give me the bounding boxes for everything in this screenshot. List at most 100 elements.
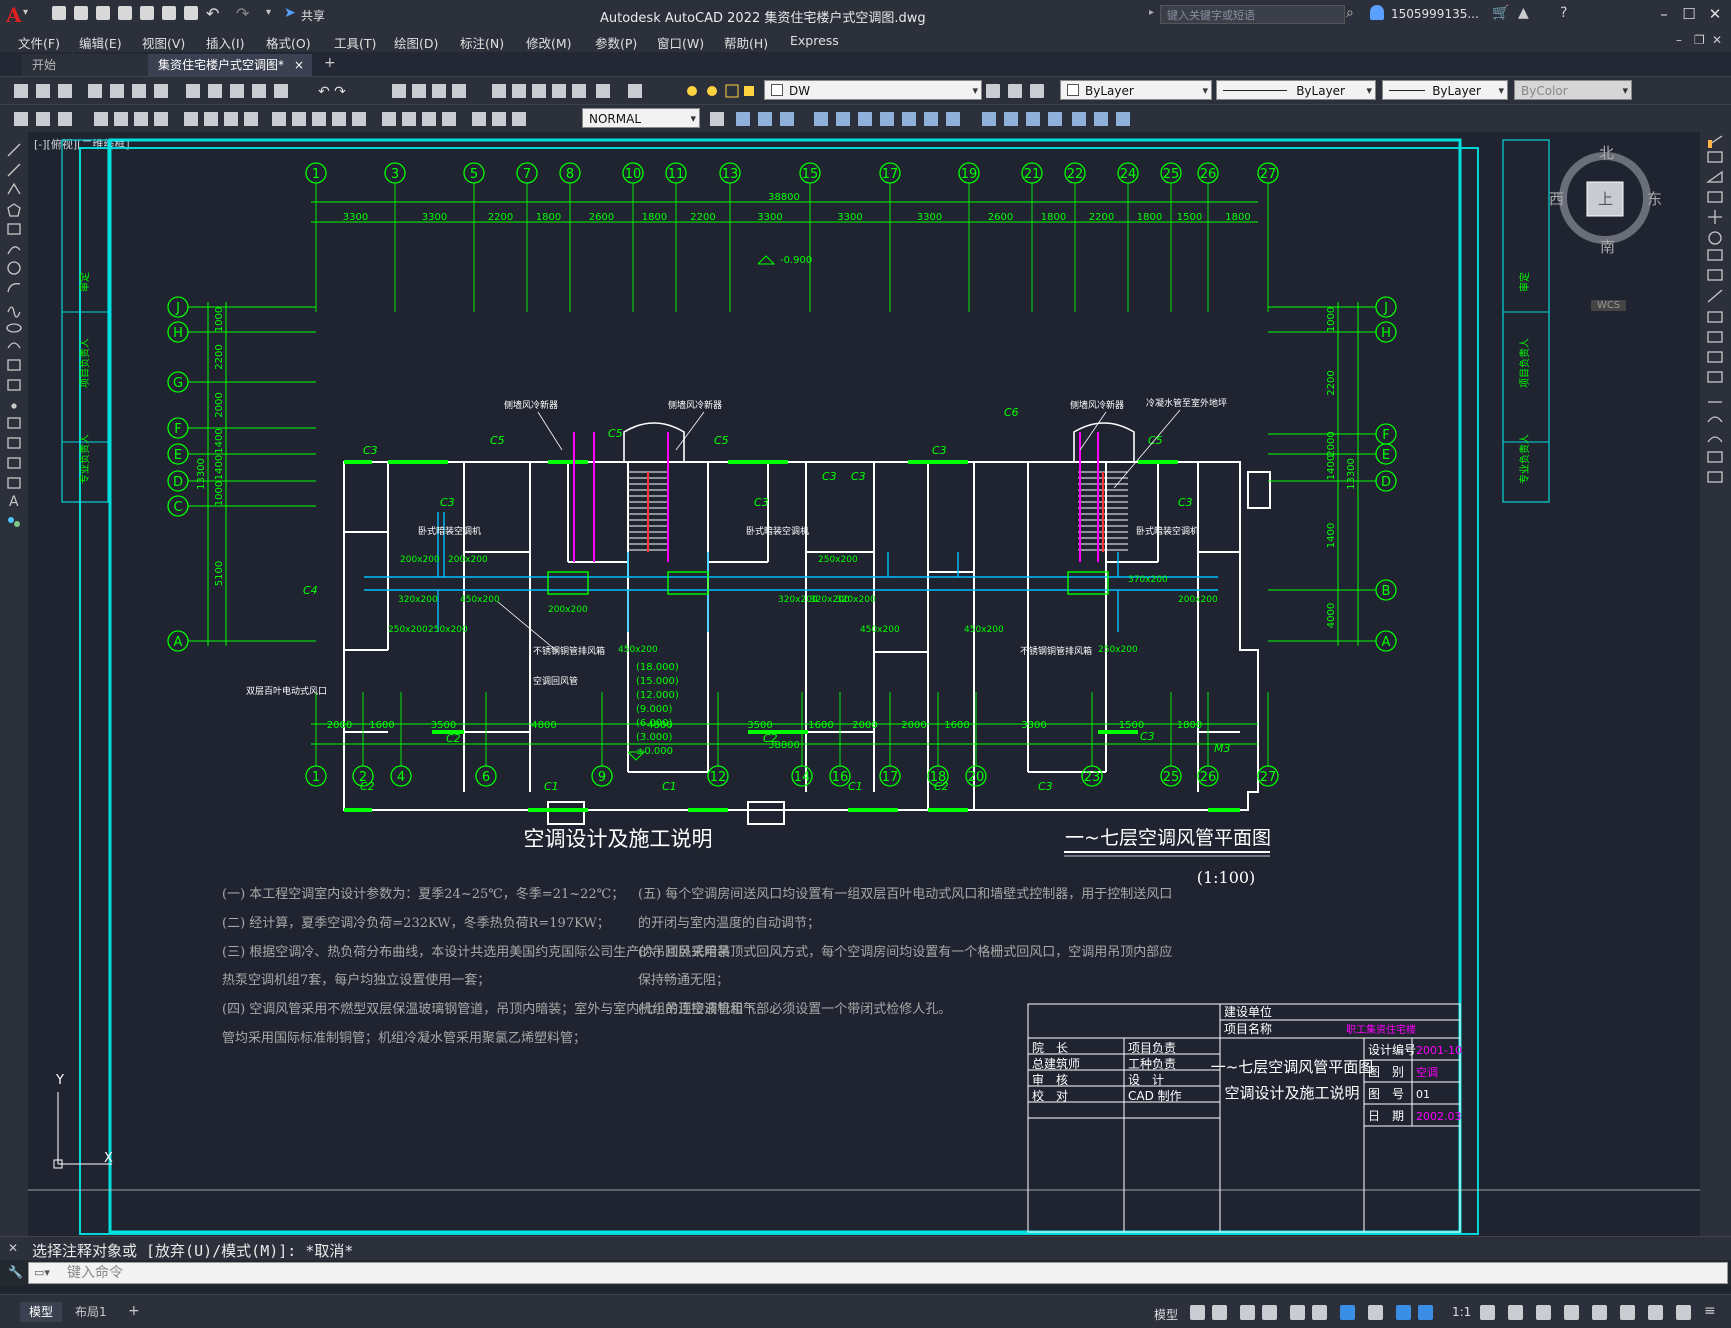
layer-state-icons[interactable] — [680, 77, 770, 105]
osnap-icon[interactable] — [1312, 1305, 1327, 1320]
note-line: 管均采用国际标准制铜管；机组冷凝水管采用聚氯乙烯塑料管； — [222, 1030, 586, 1046]
model-space-button[interactable]: 模型 — [1154, 1306, 1178, 1323]
menu-help[interactable]: 帮助(H) — [724, 33, 768, 52]
viewcube-south[interactable]: 南 — [1600, 236, 1615, 257]
lock-ui-icon[interactable] — [1592, 1305, 1607, 1320]
annotation-scale[interactable]: 1:1 — [1452, 1305, 1471, 1319]
command-input[interactable]: 键入命令 — [28, 1262, 1728, 1284]
polar-icon[interactable] — [1262, 1305, 1277, 1320]
menu-tools[interactable]: 工具(T) — [334, 33, 376, 52]
autodesk-app-icon[interactable]: ▲ — [1518, 5, 1529, 21]
viewcube-north[interactable]: 北 — [1599, 142, 1614, 163]
search-expand-icon[interactable]: ▸ — [1149, 7, 1154, 18]
layer-previous-icon[interactable] — [1008, 84, 1022, 98]
dimension-tools-icons[interactable] — [6, 105, 576, 133]
menu-parametric[interactable]: 参数(P) — [595, 33, 637, 52]
tab-close-icon[interactable]: × — [294, 54, 304, 76]
doc-restore-icon[interactable]: ❐ — [1694, 33, 1705, 47]
snap-icon[interactable] — [1212, 1305, 1227, 1320]
transparency-icon[interactable] — [1368, 1305, 1383, 1320]
tab-layout1[interactable]: 布局1 — [66, 1302, 116, 1322]
layer-dropdown[interactable]: DW — [764, 80, 982, 101]
viewcube-top[interactable]: 上 — [1598, 188, 1613, 209]
tab-document[interactable]: 集资住宅楼户式空调图* × — [148, 54, 312, 76]
save-web-icon[interactable] — [162, 6, 176, 20]
drawing-viewport[interactable]: [-][俯视][二维线框] 审定 项目负责人 专业负责人 审定 项目负责人 专业负责人 — [28, 132, 1700, 1236]
menu-file[interactable]: 文件(F) — [18, 33, 60, 52]
viewcube-west[interactable]: 西 — [1549, 188, 1564, 209]
wcs-menu[interactable]: WCS — [1591, 300, 1627, 311]
redo-icon[interactable]: ↷ — [236, 4, 249, 23]
app-menu-chevron-icon[interactable]: ▾ — [23, 7, 28, 18]
open-icon[interactable] — [74, 6, 88, 20]
wrench-icon[interactable]: 🔧 — [8, 1265, 23, 1279]
menu-draw[interactable]: 绘图(D) — [394, 33, 438, 52]
graphics-performance-icon[interactable] — [1648, 1305, 1663, 1320]
draw-tools-icons[interactable]: A — [0, 132, 28, 582]
axis-right-A-label: A — [1382, 635, 1391, 650]
autocad-logo-icon[interactable]: A — [6, 3, 22, 27]
isolate-objects-icon[interactable] — [1620, 1305, 1635, 1320]
lineweight-icon[interactable] — [1340, 1305, 1355, 1320]
linetype-dropdown[interactable]: ByLayer — [1216, 80, 1376, 101]
viewcube[interactable]: 北 南 西 东 上 WCS — [1549, 144, 1662, 311]
search-icon[interactable]: ⌕ — [1346, 5, 1354, 21]
new-icon[interactable] — [52, 6, 66, 20]
new-tab-icon[interactable]: + — [324, 55, 336, 71]
annotation-monitor-icon[interactable] — [1508, 1305, 1523, 1320]
units-icon[interactable] — [1536, 1305, 1551, 1320]
modify-tools-icons[interactable] — [706, 105, 1226, 133]
menu-window[interactable]: 窗口(W) — [657, 33, 704, 52]
ortho-icon[interactable] — [1240, 1305, 1255, 1320]
share-button[interactable]: 共享 — [301, 7, 325, 24]
grid-icon[interactable] — [1190, 1305, 1205, 1320]
doc-minimize-icon[interactable]: – — [1676, 33, 1682, 47]
right-dim: 2100 — [1321, 132, 1346, 135]
save-as-icon[interactable] — [118, 6, 132, 20]
make-current-layer-icon[interactable] — [986, 84, 1000, 98]
close-command-icon[interactable]: ✕ — [8, 1241, 18, 1255]
color-dropdown[interactable]: ByLayer — [1060, 80, 1212, 101]
share-icon[interactable]: ➤ — [284, 5, 296, 21]
osnap-track-icon[interactable] — [1290, 1305, 1305, 1320]
menu-dimension[interactable]: 标注(N) — [460, 33, 504, 52]
menu-edit[interactable]: 编辑(E) — [79, 33, 122, 52]
cart-icon[interactable]: 🛒 — [1492, 5, 1509, 21]
annotation-visibility-icon[interactable] — [1396, 1305, 1411, 1320]
minimize-button[interactable]: – — [1653, 4, 1675, 24]
add-layout-icon[interactable]: + — [128, 1303, 140, 1319]
menu-insert[interactable]: 插入(I) — [206, 33, 244, 52]
viewcube-east[interactable]: 东 — [1647, 188, 1662, 209]
plotstyle-dropdown[interactable]: ByColor — [1514, 80, 1632, 101]
dim-style-dropdown[interactable]: NORMAL — [582, 108, 700, 129]
maximize-button[interactable]: ☐ — [1678, 4, 1700, 24]
user-name[interactable]: 1505999135... — [1391, 7, 1479, 21]
menu-format[interactable]: 格式(O) — [266, 33, 311, 52]
quick-properties-icon[interactable] — [1564, 1305, 1579, 1320]
user-icon[interactable] — [1370, 5, 1384, 20]
menu-modify[interactable]: 修改(M) — [526, 33, 572, 52]
search-input[interactable]: 键入关键字或短语 — [1160, 5, 1345, 24]
top-dim: 2600 — [589, 212, 614, 223]
lineweight-dropdown[interactable]: ByLayer — [1382, 80, 1508, 101]
undo-icon[interactable]: ↶ — [206, 4, 219, 23]
plot-icon[interactable] — [184, 6, 198, 20]
menu-view[interactable]: 视图(V) — [142, 33, 185, 52]
clean-screen-icon[interactable] — [1676, 1305, 1691, 1320]
save-icon[interactable] — [96, 6, 110, 20]
workspace-gear-icon[interactable] — [1480, 1305, 1495, 1320]
customize-status-icon[interactable]: ≡ — [1704, 1303, 1716, 1319]
annotation-autoscale-icon[interactable] — [1418, 1305, 1433, 1320]
tab-start[interactable]: 开始 — [22, 54, 148, 76]
help-icon[interactable]: ? — [1560, 5, 1567, 21]
close-button[interactable]: ✕ — [1704, 4, 1726, 24]
modify-tools-icons-right[interactable] — [1700, 132, 1731, 552]
doc-close-icon[interactable]: ✕ — [1712, 33, 1722, 47]
recent-commands-icon[interactable]: ▭▾ — [34, 1266, 50, 1279]
standard-tools-icons[interactable]: ↶ ↷ — [6, 77, 666, 105]
customize-qa-icon[interactable]: ▾ — [266, 7, 271, 18]
layer-iso-icon[interactable] — [1030, 84, 1044, 98]
tab-model[interactable]: 模型 — [20, 1302, 63, 1322]
open-web-icon[interactable] — [140, 6, 154, 20]
menu-express[interactable]: Express — [790, 33, 839, 48]
